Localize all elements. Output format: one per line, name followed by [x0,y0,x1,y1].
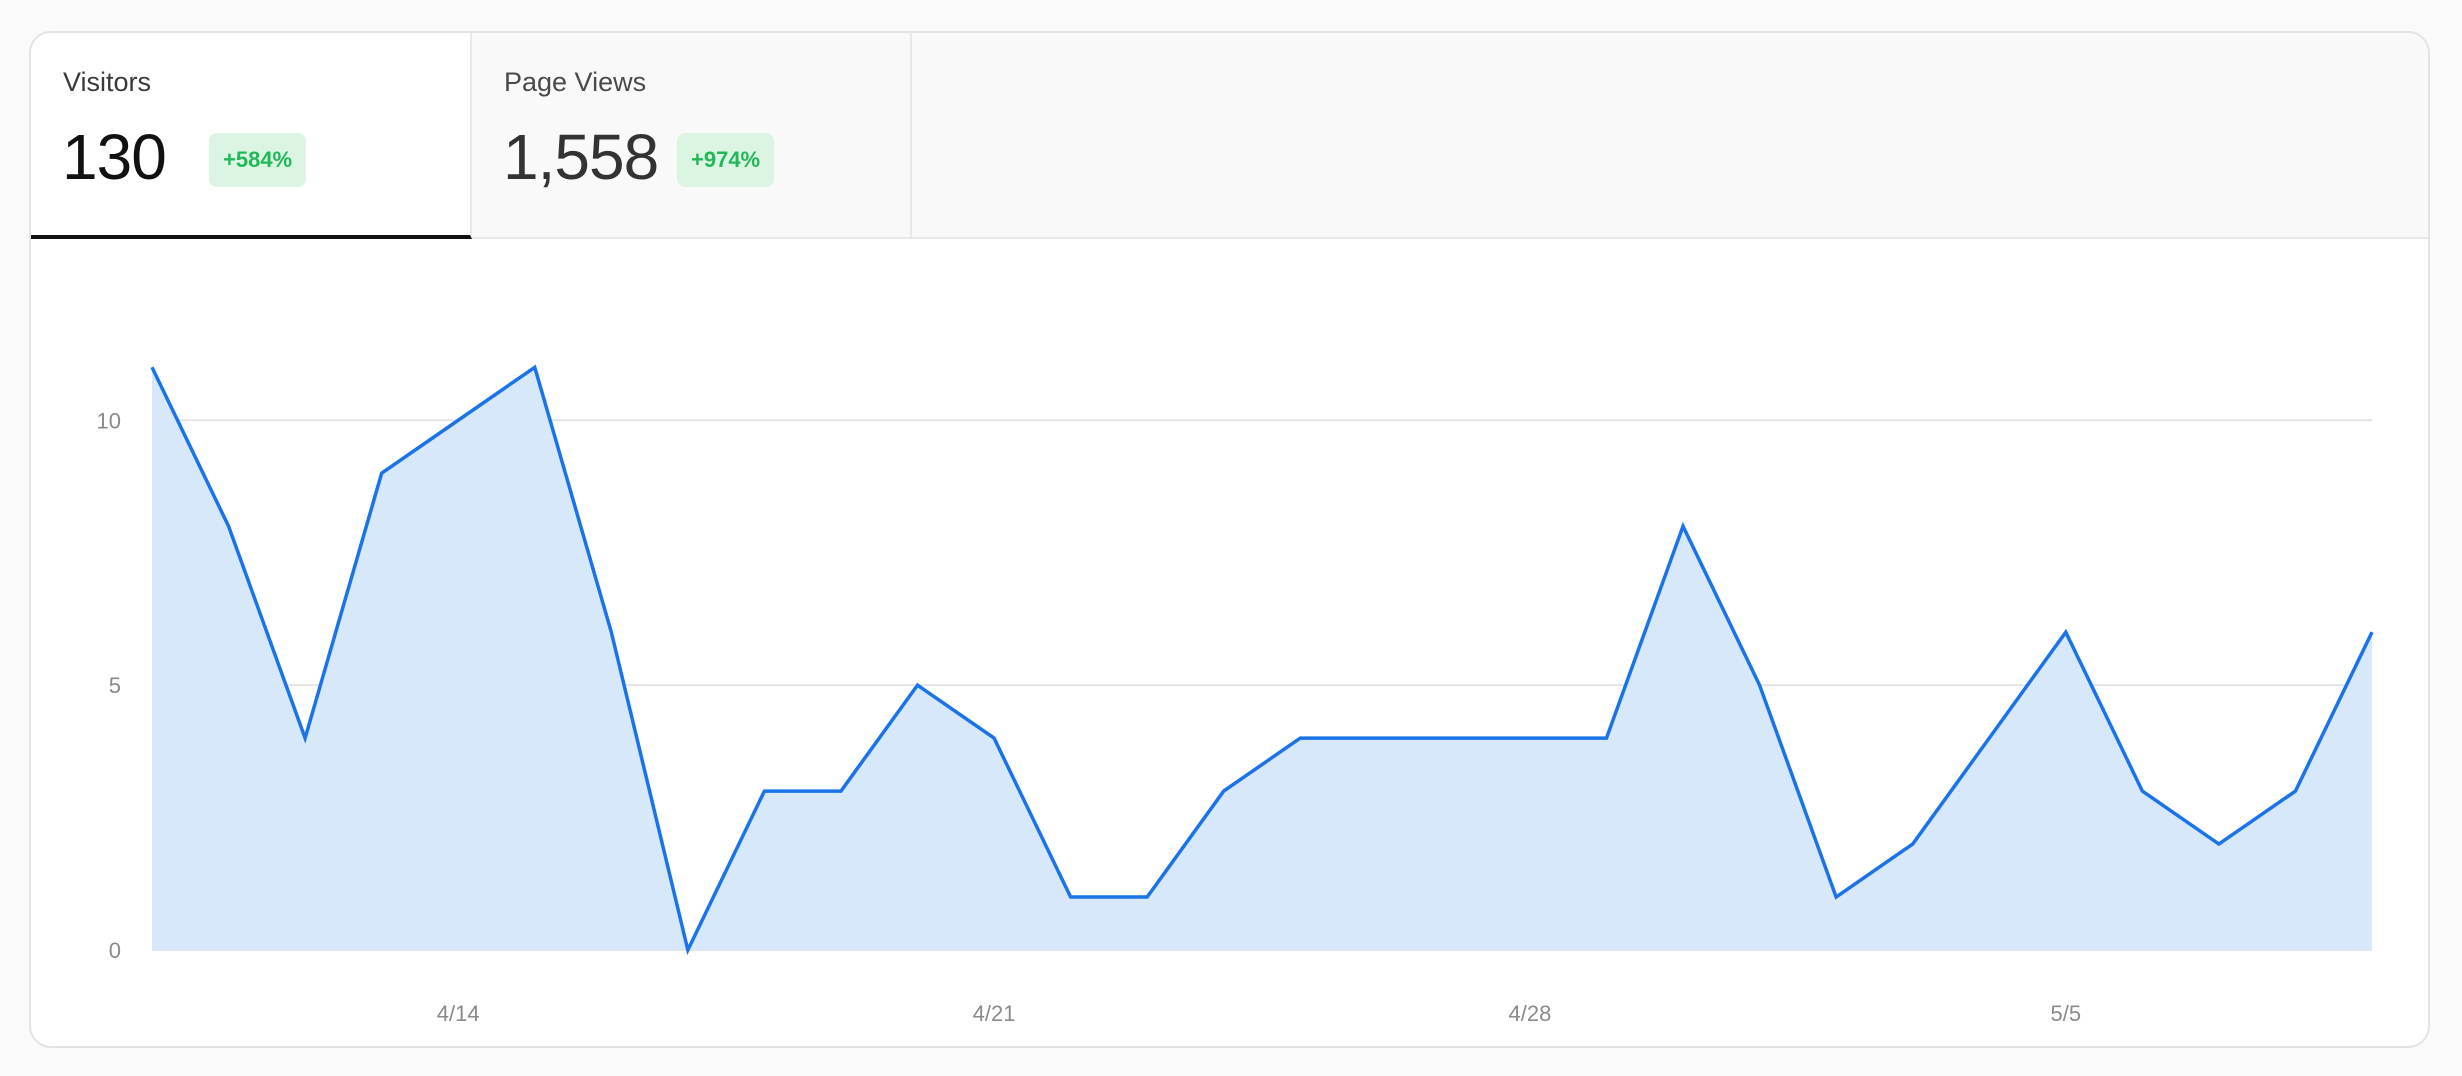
chart-area: 0 5 10 4/14 4/21 4/28 5/5 [31,239,2428,1046]
page-views-label: Page Views [504,67,647,97]
visitors-area-chart: 0 5 10 4/14 4/21 4/28 5/5 [97,364,2374,1026]
visitors-change-badge: +584% [209,133,307,187]
y-tick-label-10: 10 [97,408,121,433]
y-tick-label-0: 0 [109,938,121,963]
page-views-value: 1,558 [503,121,659,193]
y-tick-label-5: 5 [109,673,121,698]
analytics-card: Visitors 130 +584% Page Views 1,558 +974… [29,31,2430,1048]
visitors-label: Visitors [63,67,152,97]
tab-visitors[interactable]: Visitors 130 +584% [31,33,472,239]
x-tick-label-5-5: 5/5 [2050,1001,2081,1026]
page-views-change-badge: +974% [677,133,775,187]
series-area-fill [152,367,2372,950]
metric-tabs: Visitors 130 +584% Page Views 1,558 +974… [31,33,2428,239]
visitors-value: 130 [62,121,167,193]
tab-page-views[interactable]: Page Views 1,558 +974% [472,33,912,239]
x-tick-label-4-21: 4/21 [973,1001,1016,1026]
x-tick-label-4-14: 4/14 [437,1001,480,1026]
x-tick-label-4-28: 4/28 [1509,1001,1552,1026]
